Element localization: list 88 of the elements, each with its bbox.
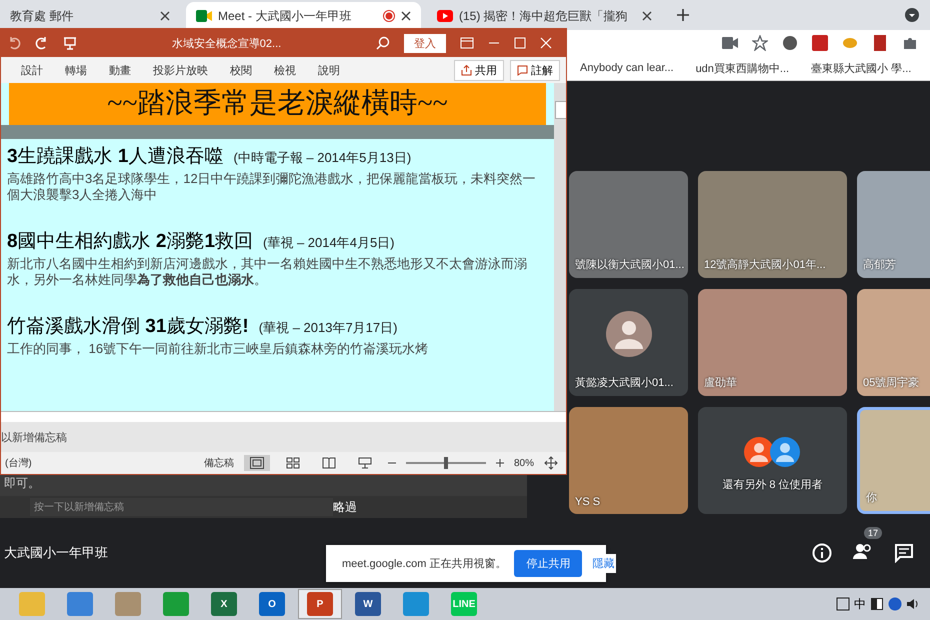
shared-text: 即可。 bbox=[3, 475, 41, 492]
ime-indicator[interactable]: 中 bbox=[854, 596, 866, 612]
news-headline: 8國中生相約戲水 2溺斃1救回 bbox=[7, 230, 254, 254]
browser-tab[interactable]: 教育處 郵件 bbox=[0, 2, 180, 30]
zoom-in-icon[interactable] bbox=[496, 459, 504, 467]
participant-name: 12號高靜大武國小01年... bbox=[704, 258, 826, 272]
participant-name: 高郁芳 bbox=[863, 258, 896, 272]
ribbon-tab[interactable]: 動畫 bbox=[109, 62, 131, 78]
bookmark[interactable]: 臺東縣大武國小 學... bbox=[811, 60, 912, 76]
taskbar-app[interactable]: W bbox=[346, 589, 390, 619]
participant-count: 17 bbox=[864, 526, 882, 538]
speaker-icon[interactable] bbox=[906, 597, 920, 611]
participant-name: 黃懿凌大武國小01... bbox=[575, 376, 674, 390]
hide-link[interactable]: 隱藏 bbox=[590, 554, 616, 573]
news-headline: 3生蹺課戲水 1人遭浪吞噬 bbox=[7, 145, 224, 169]
ribbon-tab[interactable]: 投影片放映 bbox=[153, 62, 208, 78]
tab-title: Meet - 大武國小一年甲班 bbox=[218, 8, 352, 24]
play-icon bbox=[437, 10, 453, 22]
dropdown-icon[interactable] bbox=[904, 7, 920, 23]
participant-name: 你 bbox=[866, 491, 877, 505]
participant-name: 還有另外 8 位使用者 bbox=[721, 478, 824, 492]
tab-title: (15) 揭密！海中超危巨獸「攏狗 bbox=[459, 8, 629, 24]
ribbon-tab[interactable]: 校閱 bbox=[230, 62, 252, 78]
ribbon-display-icon[interactable] bbox=[460, 37, 474, 49]
camera-icon bbox=[196, 10, 212, 22]
language-indicator: (台灣) bbox=[5, 456, 32, 470]
skip-button[interactable]: 略過 bbox=[333, 498, 497, 516]
participant-name: YS S bbox=[575, 496, 600, 508]
presentation-icon[interactable] bbox=[63, 36, 77, 50]
info-icon[interactable] bbox=[812, 543, 832, 563]
participant-name: 05號周宇豪 bbox=[863, 376, 920, 390]
bookmark[interactable]: Anybody can lear... bbox=[580, 62, 674, 74]
fit-icon[interactable] bbox=[544, 456, 558, 470]
tab-title: 教育處 郵件 bbox=[10, 8, 74, 24]
news-body: 高雄路竹高中3名足球隊學生，12日中午蹺課到彌陀漁港戲水，把保麗龍當板玩，未料突然一個大浪襲擊3人全捲入海中 bbox=[7, 171, 537, 202]
meeting-name: 大武國小一年甲班 bbox=[4, 544, 108, 562]
comment-icon bbox=[517, 64, 528, 76]
ribbon-tab[interactable]: 轉場 bbox=[65, 62, 87, 78]
bookmark[interactable]: udn買東西購物中... bbox=[696, 60, 790, 76]
news-body: 工作的同事， 16號下午一同前往新北市三峽皇后鎮森林旁的竹崙溪玩水烤 bbox=[7, 341, 430, 357]
close-icon[interactable] bbox=[160, 11, 170, 21]
share-button[interactable]: 共用 bbox=[454, 60, 504, 80]
comment-button[interactable]: 註解 bbox=[510, 60, 560, 80]
notes-field: 按一下以新增備忘稿 bbox=[30, 498, 333, 516]
sign-in-button[interactable]: 登入 bbox=[404, 34, 446, 52]
recording-icon bbox=[383, 10, 395, 22]
share-message: meet.google.com 正在共用視窗。 bbox=[342, 556, 506, 571]
new-tab-icon[interactable] bbox=[676, 8, 690, 22]
close-icon[interactable] bbox=[642, 11, 652, 21]
document-title[interactable]: 水域安全概念宣導02... bbox=[172, 36, 282, 50]
stop-sharing-button[interactable]: 停止共用 bbox=[514, 550, 582, 577]
book-icon bbox=[322, 457, 336, 469]
redo-icon[interactable] bbox=[35, 36, 49, 50]
people-icon bbox=[742, 436, 802, 468]
slide-title: ~~踏浪季常是老淚縱橫時~~ bbox=[9, 83, 546, 125]
close-icon[interactable] bbox=[401, 11, 411, 21]
search-icon[interactable] bbox=[376, 36, 390, 50]
presentation-icon bbox=[358, 457, 372, 469]
star-icon[interactable] bbox=[752, 35, 768, 51]
ribbon-tab[interactable]: 檢視 bbox=[274, 62, 296, 78]
participant-name: 號陳以衡大武國小01... bbox=[575, 258, 684, 272]
news-body: 新北市八名國中生相約到新店河邊戲水，其中一名賴姓國中生不熟悉地形又不太會游泳而溺水，另外一名林姓同學為了救他自己也溺水。 bbox=[7, 256, 528, 288]
browser-tab[interactable]: (15) 揭密！海中超危巨獸「攏狗 bbox=[427, 2, 662, 30]
zoom-level: 80% bbox=[514, 458, 534, 468]
ribbon-tab[interactable]: 說明 bbox=[318, 62, 340, 78]
ribbon-tab[interactable]: 設計 bbox=[21, 62, 43, 78]
vertical-scrollbar[interactable] bbox=[554, 83, 566, 411]
maximize-icon[interactable] bbox=[514, 37, 526, 49]
grid-icon bbox=[286, 457, 300, 469]
browser-tab[interactable]: Meet - 大武國小一年甲班 bbox=[186, 2, 421, 30]
taskbar-app[interactable]: X bbox=[202, 589, 246, 619]
notes-button[interactable]: 備忘稿 bbox=[204, 456, 234, 470]
camera-icon[interactable] bbox=[722, 37, 738, 49]
avatar-icon bbox=[606, 310, 652, 357]
news-source: (華視 – 2013年7月17日) bbox=[258, 319, 398, 338]
news-source: (華視 – 2014年4月5日) bbox=[263, 234, 395, 252]
normal-view-icon bbox=[250, 457, 264, 469]
share-icon bbox=[461, 64, 472, 76]
taskbar-app[interactable]: O bbox=[250, 589, 294, 619]
view-button[interactable] bbox=[244, 455, 270, 471]
tray-icon[interactable] bbox=[870, 597, 884, 611]
chat-icon[interactable] bbox=[894, 543, 914, 563]
news-headline: 竹崙溪戲水滑倒 31歲女溺斃! bbox=[7, 315, 249, 340]
news-source: (中時電子報 – 2014年5月13日) bbox=[233, 149, 412, 167]
taskbar-app[interactable]: P bbox=[298, 589, 342, 619]
participant-name: 盧劭華 bbox=[704, 376, 737, 390]
help-icon[interactable] bbox=[888, 597, 902, 611]
tray-icon[interactable] bbox=[836, 597, 850, 611]
